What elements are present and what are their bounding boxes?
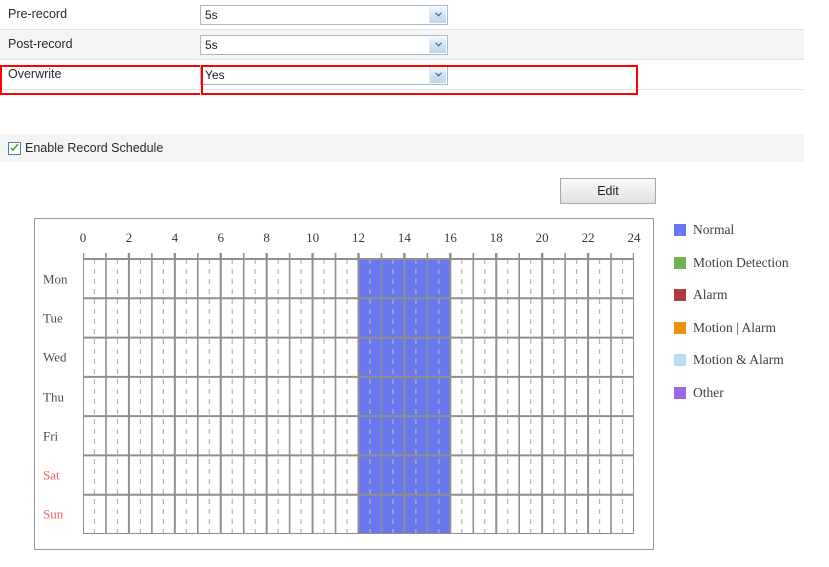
select-dropdown-button[interactable] <box>429 6 446 23</box>
hour-label: 10 <box>306 230 320 245</box>
select-value: 5s <box>205 37 218 52</box>
settings-row-pre-record: Pre-record 5s <box>0 0 804 30</box>
settings-row-label: Post-record <box>8 37 73 52</box>
settings-form: Pre-record 5s Post-record 5s Overwrite Yes <box>0 0 804 95</box>
day-label-mon: Mon <box>43 271 68 287</box>
settings-row-field: Yes <box>0 64 804 95</box>
enable-record-schedule-label: Enable Record Schedule <box>25 140 164 155</box>
legend-label: Other <box>693 384 724 400</box>
legend-label: Motion | Alarm <box>693 319 776 335</box>
legend-swatch <box>674 289 686 301</box>
select-value: 5s <box>205 7 218 22</box>
legend-label: Normal <box>693 222 735 238</box>
hour-label: 0 <box>79 230 87 245</box>
checkmark-icon <box>10 143 19 151</box>
hour-label: 18 <box>489 230 503 245</box>
enable-record-schedule-checkbox[interactable] <box>8 141 21 155</box>
hour-label: 22 <box>581 230 595 245</box>
settings-row-field: 5s <box>200 4 804 25</box>
legend-item-other: Other <box>674 383 829 403</box>
select-pre-record[interactable]: 5s <box>200 4 448 25</box>
legend-label: Motion Detection <box>693 254 789 270</box>
day-label-fri: Fri <box>43 428 59 444</box>
schedule-panel: 0 2 4 6 8 10 12 14 16 18 20 22 24 Mon Tue Wed Thu Fri Sat… <box>34 218 654 550</box>
schedule-grid[interactable] <box>83 253 634 534</box>
legend-label: Motion & Alarm <box>693 352 784 368</box>
hour-axis-labels: 0 2 4 6 8 10 12 14 16 18 20 22 24 <box>35 231 653 249</box>
legend-swatch <box>674 321 686 334</box>
schedule-legend: Normal Motion Detection Alarm Motion | Alar… <box>674 220 829 415</box>
hour-label: 6 <box>217 230 225 245</box>
legend-swatch <box>674 386 686 399</box>
chevron-down-icon <box>434 72 442 77</box>
hour-label: 14 <box>397 230 411 245</box>
day-label-sat: Sat <box>43 467 60 483</box>
legend-item-motion-detection: Motion Detection <box>674 253 829 273</box>
hour-label: 20 <box>535 230 549 245</box>
record-schedule-page: Pre-record 5s Post-record 5s Overwrite Yes En… <box>0 0 829 567</box>
legend-label: Alarm <box>693 287 728 303</box>
day-label-thu: Thu <box>43 389 64 404</box>
settings-row-label: Overwrite <box>8 67 62 82</box>
legend-item-motion-alarm: Motion | Alarm <box>674 318 829 338</box>
select-post-record[interactable]: 5s <box>200 34 448 55</box>
settings-row-field: 5s <box>200 34 804 55</box>
legend-swatch <box>674 224 686 236</box>
chevron-down-icon <box>434 12 442 17</box>
chevron-down-icon <box>434 42 442 47</box>
legend-swatch <box>674 354 686 366</box>
hour-label: 4 <box>171 230 179 245</box>
settings-row-overwrite: Overwrite Yes <box>0 60 804 95</box>
select-dropdown-button[interactable] <box>429 36 446 53</box>
day-label-tue: Tue <box>43 310 63 326</box>
hour-label: 24 <box>627 230 641 245</box>
select-dropdown-button[interactable] <box>429 66 446 83</box>
legend-item-normal: Normal <box>674 220 829 240</box>
legend-item-alarm: Alarm <box>674 285 829 305</box>
settings-row-post-record: Post-record 5s <box>0 30 804 60</box>
select-value: Yes <box>205 67 225 82</box>
legend-swatch <box>674 256 686 269</box>
hour-label: 16 <box>443 230 457 245</box>
hour-label: 12 <box>352 230 365 245</box>
hour-label: 8 <box>263 230 270 245</box>
hour-label: 2 <box>125 230 133 245</box>
enable-record-schedule-row[interactable]: Enable Record Schedule <box>0 134 804 162</box>
legend-item-motion-alarm: Motion & Alarm <box>674 350 829 370</box>
schedule-grid-svg <box>83 253 634 534</box>
select-overwrite[interactable]: Yes <box>200 64 448 85</box>
edit-button[interactable]: Edit <box>560 178 656 204</box>
day-label-wed: Wed <box>43 349 67 365</box>
settings-row-label: Pre-record <box>8 7 68 22</box>
day-label-sun: Sun <box>43 506 64 522</box>
